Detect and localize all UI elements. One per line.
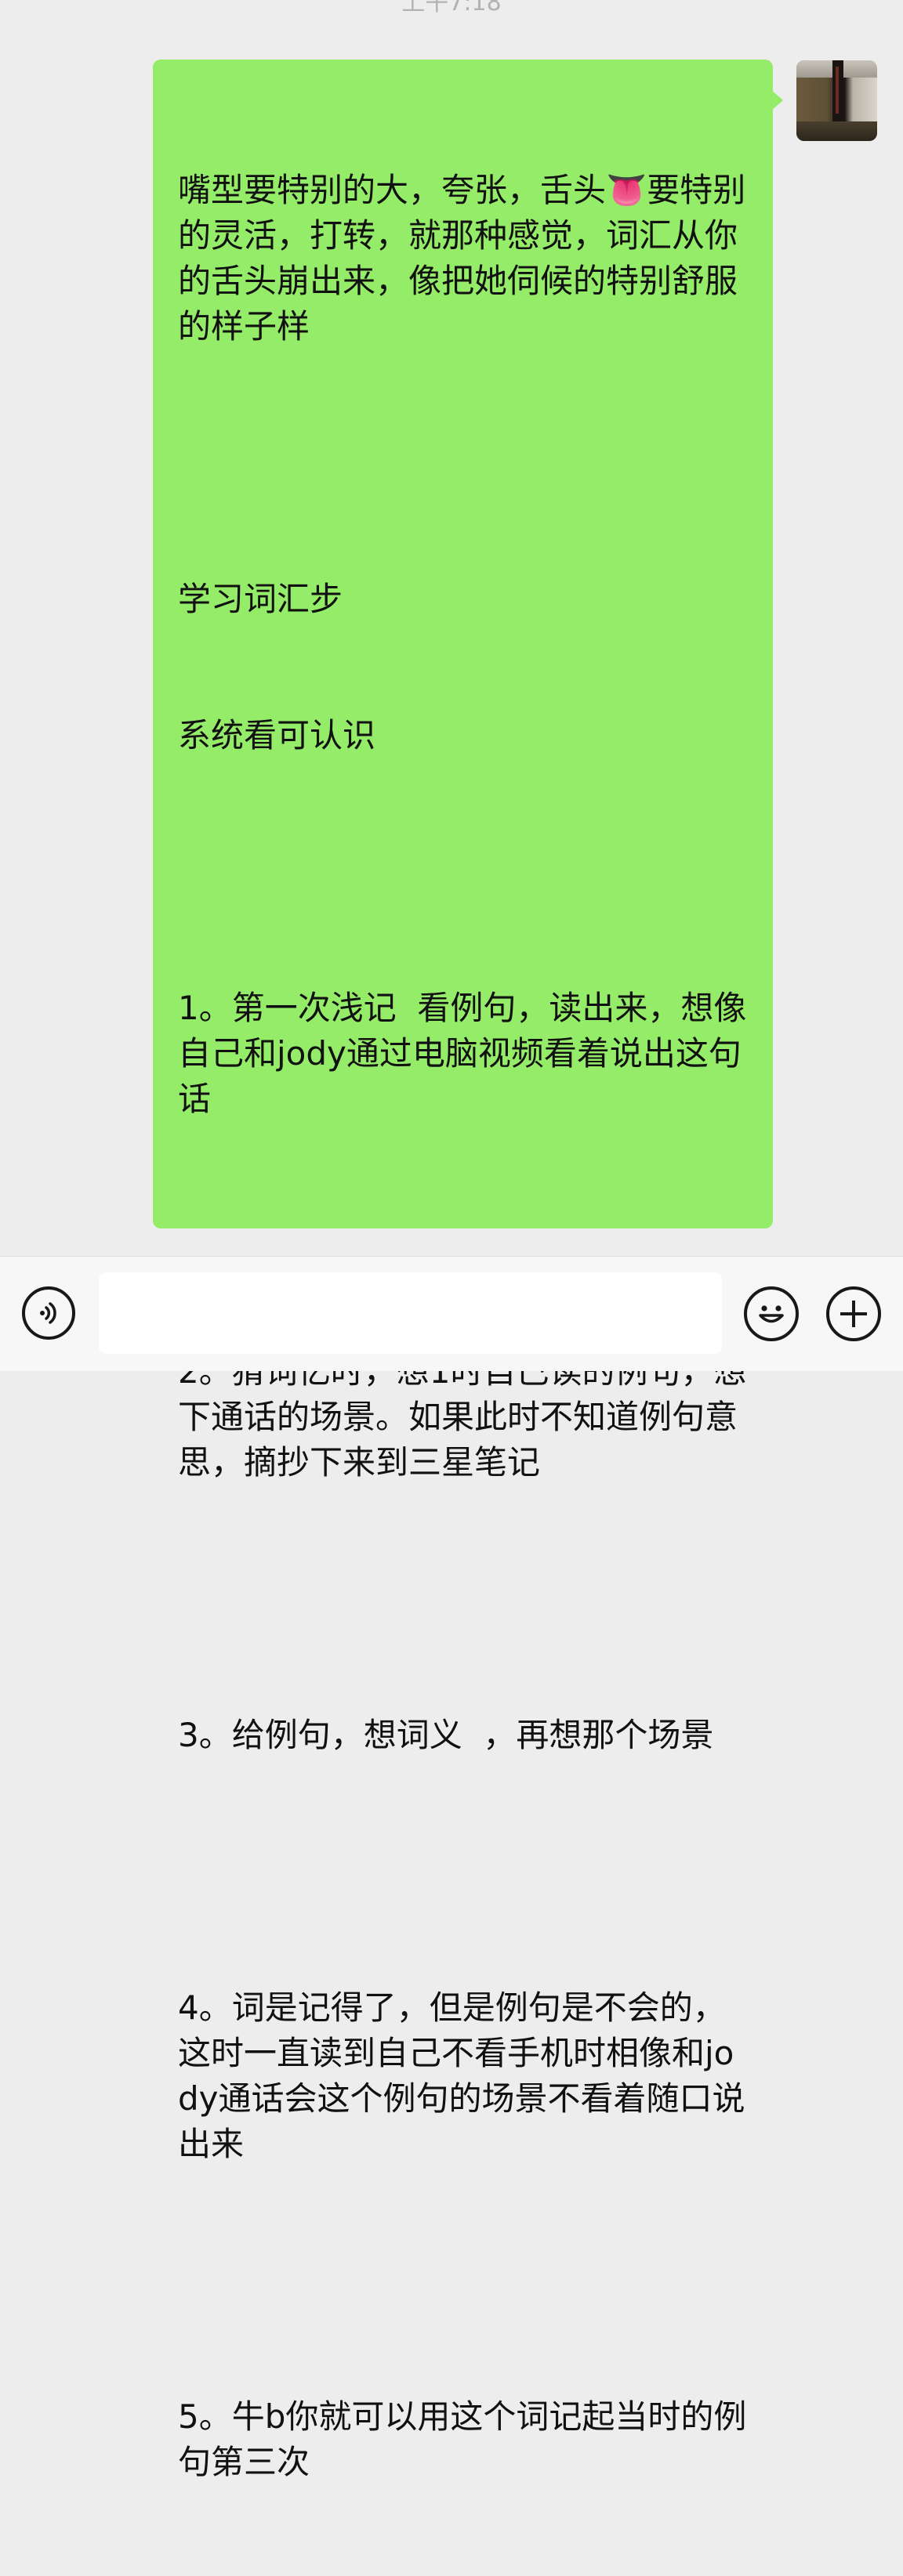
message-timestamp: 上午7:18 — [401, 0, 502, 16]
message-input[interactable] — [99, 1272, 722, 1354]
chat-area: 上午7:18 嘴型要特别的大，夸张，舌头👅要特别的灵活，打转，就那种感觉，词汇从… — [0, 0, 903, 2481]
plus-icon-vertical — [852, 1301, 855, 1327]
bubble-tail — [771, 89, 783, 111]
message-bubble[interactable]: 嘴型要特别的大，夸张，舌头👅要特别的灵活，打转，就那种感觉，词汇从你的舌头崩出来… — [153, 60, 773, 2481]
message-paragraph: 4。词是记得了，但是例句是不会的，这时一直读到自己不看手机时相像和jody通话会… — [178, 1988, 745, 2163]
message-paragraph: 系统看可认识 — [178, 716, 376, 754]
voice-icon — [40, 1302, 56, 1324]
message-paragraph: 学习词汇步 — [178, 580, 343, 618]
message-paragraph: 5。牛b你就可以用这个词记起当时的例句第三次 — [178, 2397, 747, 2481]
message-paragraph: 嘴型要特别的大，夸张，舌头👅要特别的灵活，打转，就那种感觉，词汇从你的舌头崩出来… — [178, 171, 746, 346]
message-paragraph: 3。给例句，想词义 ，再想那个场景 — [178, 1716, 714, 1754]
plus-button[interactable] — [826, 1286, 881, 1341]
message-paragraph: 1。第一次浅记 看例句，读出来，想像自己和jody通过电脑视频看着说出这句话 — [178, 989, 747, 1118]
avatar[interactable] — [796, 60, 877, 141]
voice-button[interactable] — [22, 1286, 75, 1340]
emoji-button[interactable] — [744, 1286, 799, 1341]
avatar-spine-accent — [836, 67, 839, 114]
input-bar — [0, 1256, 903, 1371]
avatar-base — [796, 121, 877, 141]
emoji-icon — [759, 1305, 784, 1323]
